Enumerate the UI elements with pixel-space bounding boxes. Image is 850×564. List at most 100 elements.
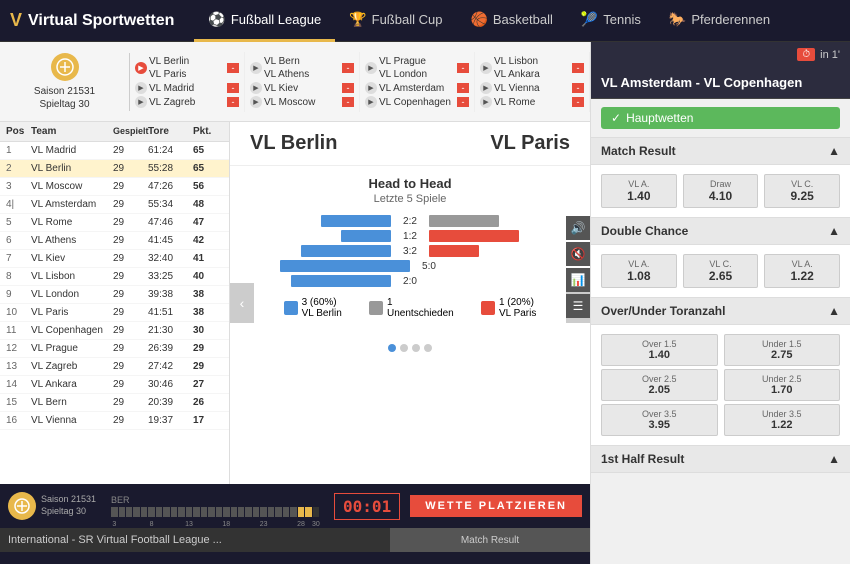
section-1st-half[interactable]: 1st Half Result ▲ bbox=[591, 445, 850, 473]
dot-1[interactable] bbox=[388, 344, 396, 352]
play-btn[interactable]: ▶ bbox=[135, 96, 147, 108]
tennis-icon: 🎾 bbox=[581, 11, 598, 28]
odds-btn-away[interactable]: VL C. 9.25 bbox=[764, 174, 840, 208]
wette-platzieren-button[interactable]: WETTE PLATZIEREN bbox=[410, 495, 582, 517]
play-btn-active[interactable]: ▶ bbox=[135, 62, 147, 74]
legend-home: 3 (60%)VL Berlin bbox=[284, 297, 342, 319]
saison-logo bbox=[51, 53, 79, 81]
hauptwetten-button[interactable]: ✓ Hauptwetten bbox=[601, 107, 840, 129]
pagination-dots bbox=[235, 344, 585, 352]
table-row[interactable]: 6 VL Athens 29 41:45 42 bbox=[0, 232, 229, 250]
progress-tick bbox=[238, 507, 244, 517]
match-item[interactable]: ▶ VL Madrid - bbox=[135, 82, 239, 95]
play-btn[interactable]: ▶ bbox=[365, 96, 377, 108]
odds-btn-home[interactable]: VL A. 1.40 bbox=[601, 174, 677, 208]
table-row[interactable]: 14 VL Ankara 29 30:46 27 bbox=[0, 376, 229, 394]
bottom-area: Saison 21531 Spieltag 30 BER 38131823283… bbox=[0, 484, 590, 564]
volume-icon[interactable]: 🔊 bbox=[566, 216, 590, 240]
play-btn[interactable]: ▶ bbox=[250, 96, 262, 108]
ou-row: Over 3.5 3.95 Under 3.5 1.22 bbox=[601, 404, 840, 436]
odds-btn-draw[interactable]: Draw 4.10 bbox=[683, 174, 759, 208]
progress-tick bbox=[156, 507, 162, 517]
live-badge: ⏱ bbox=[797, 48, 815, 61]
play-btn[interactable]: ▶ bbox=[480, 82, 492, 94]
play-btn[interactable]: ▶ bbox=[250, 62, 262, 74]
ou-btn-over[interactable]: Over 2.5 2.05 bbox=[601, 369, 718, 401]
match-item[interactable]: ▶ VL Zagreb - bbox=[135, 96, 239, 109]
play-btn[interactable]: ▶ bbox=[365, 62, 377, 74]
legend: 3 (60%)VL Berlin 1Unentschieden 1 (20%)V… bbox=[270, 297, 550, 319]
bar-row-2: 1:2 bbox=[280, 230, 540, 242]
section-match-result[interactable]: Match Result ▲ bbox=[591, 137, 850, 165]
table-row[interactable]: 13 VL Zagreb 29 27:42 29 bbox=[0, 358, 229, 376]
progress-tick bbox=[126, 507, 132, 517]
play-btn[interactable]: ▶ bbox=[250, 82, 262, 94]
table-row[interactable]: 3 VL Moscow 29 47:26 56 bbox=[0, 178, 229, 196]
odds-btn-dc-3[interactable]: VL A. 1.22 bbox=[764, 254, 840, 288]
tab-pferderennen[interactable]: 🐎 Pferderennen bbox=[655, 0, 784, 42]
match-item[interactable]: ▶ VL Lisbon VL Ankara - bbox=[480, 55, 584, 81]
fussball-league-icon: ⚽ bbox=[208, 11, 225, 28]
mute-icon[interactable]: 🔇 bbox=[566, 242, 590, 266]
match-item[interactable]: ▶ VL Kiev - bbox=[250, 82, 354, 95]
table-row[interactable]: 8 VL Lisbon 29 33:25 40 bbox=[0, 268, 229, 286]
ou-btn-under[interactable]: Under 3.5 1.22 bbox=[724, 404, 841, 436]
odds-row-match-result: VL A. 1.40 Draw 4.10 VL C. 9.25 bbox=[601, 174, 840, 208]
tab-basketball[interactable]: 🏀 Basketball bbox=[456, 0, 566, 42]
dot-4[interactable] bbox=[424, 344, 432, 352]
match-item[interactable]: ▶ VL Moscow - bbox=[250, 96, 354, 109]
tab-tennis[interactable]: 🎾 Tennis bbox=[567, 0, 655, 42]
match-item[interactable]: ▶ VL Prague VL London - bbox=[365, 55, 469, 81]
bar-row-1: 2:2 bbox=[280, 215, 540, 227]
play-btn[interactable]: ▶ bbox=[135, 82, 147, 94]
ou-row: Over 1.5 1.40 Under 1.5 2.75 bbox=[601, 334, 840, 366]
ou-btn-over[interactable]: Over 3.5 3.95 bbox=[601, 404, 718, 436]
list-icon[interactable]: ☰ bbox=[566, 294, 590, 318]
main-area: Saison 21531 Spieltag 30 ▶ VL Berlin VL … bbox=[0, 42, 850, 564]
play-btn[interactable]: ▶ bbox=[480, 96, 492, 108]
progress-tick: 3 bbox=[111, 507, 117, 517]
progress-tick: 18 bbox=[223, 507, 229, 517]
match-item[interactable]: ▶ VL Bern VL Athens - bbox=[250, 55, 354, 81]
dot-3[interactable] bbox=[412, 344, 420, 352]
match-item[interactable]: ▶ VL Amsterdam - bbox=[365, 82, 469, 95]
play-btn[interactable]: ▶ bbox=[365, 82, 377, 94]
ou-btn-over[interactable]: Over 1.5 1.40 bbox=[601, 334, 718, 366]
match-item[interactable]: ▶ VL Vienna - bbox=[480, 82, 584, 95]
table-row[interactable]: 15 VL Bern 29 20:39 26 bbox=[0, 394, 229, 412]
match-detail: VL Berlin VL Paris Head to Head Letzte 5… bbox=[230, 122, 590, 484]
section-double-chance[interactable]: Double Chance ▲ bbox=[591, 217, 850, 245]
match-item[interactable]: ▶ VL Berlin VL Paris - bbox=[135, 55, 239, 81]
ou-btn-under[interactable]: Under 1.5 2.75 bbox=[724, 334, 841, 366]
table-row[interactable]: 12 VL Prague 29 26:39 29 bbox=[0, 340, 229, 358]
table-row[interactable]: 9 VL London 29 39:38 38 bbox=[0, 286, 229, 304]
play-btn[interactable]: ▶ bbox=[480, 62, 492, 74]
ou-btn-under[interactable]: Under 2.5 1.70 bbox=[724, 369, 841, 401]
chevron-up-icon: ▲ bbox=[828, 304, 840, 318]
table-row[interactable]: 7 VL Kiev 29 32:40 41 bbox=[0, 250, 229, 268]
match-group-1: ▶ VL Berlin VL Paris - ▶ VL Madrid - bbox=[130, 52, 245, 112]
section-over-under[interactable]: Over/Under Toranzahl ▲ bbox=[591, 297, 850, 325]
table-row[interactable]: 4| VL Amsterdam 29 55:34 48 bbox=[0, 196, 229, 214]
tab-fussball-league[interactable]: ⚽ Fußball League bbox=[194, 0, 335, 42]
progress-tick: 28 bbox=[298, 507, 304, 517]
odds-btn-dc-1[interactable]: VL A. 1.08 bbox=[601, 254, 677, 288]
match-item[interactable]: ▶ VL Rome - bbox=[480, 96, 584, 109]
dot-2[interactable] bbox=[400, 344, 408, 352]
table-row[interactable]: 5 VL Rome 29 47:46 47 bbox=[0, 214, 229, 232]
table-row[interactable]: 10 VL Paris 29 41:51 38 bbox=[0, 304, 229, 322]
prev-arrow[interactable]: ‹ bbox=[230, 283, 254, 323]
progress-area: BER 381318232830 bbox=[106, 495, 324, 517]
table-row[interactable]: 16 VL Vienna 29 19:37 17 bbox=[0, 412, 229, 430]
match-item[interactable]: ▶ VL Copenhagen - bbox=[365, 96, 469, 109]
saison-text: Saison 21531 Spieltag 30 bbox=[34, 85, 95, 111]
tab-fussball-cup[interactable]: 🏆 Fußball Cup bbox=[335, 0, 456, 42]
table-body: 1 VL Madrid 29 61:24 65 2 VL Berlin 29 5… bbox=[0, 142, 229, 430]
progress-ticks: 381318232830 bbox=[111, 507, 319, 517]
table-row[interactable]: 1 VL Madrid 29 61:24 65 bbox=[0, 142, 229, 160]
odds-btn-dc-2[interactable]: VL C. 2.65 bbox=[683, 254, 759, 288]
logo-icon: V bbox=[10, 10, 22, 31]
table-row[interactable]: 2 VL Berlin 29 55:28 65 bbox=[0, 160, 229, 178]
table-row[interactable]: 11 VL Copenhagen 29 21:30 30 bbox=[0, 322, 229, 340]
chart-icon[interactable]: 📊 bbox=[566, 268, 590, 292]
